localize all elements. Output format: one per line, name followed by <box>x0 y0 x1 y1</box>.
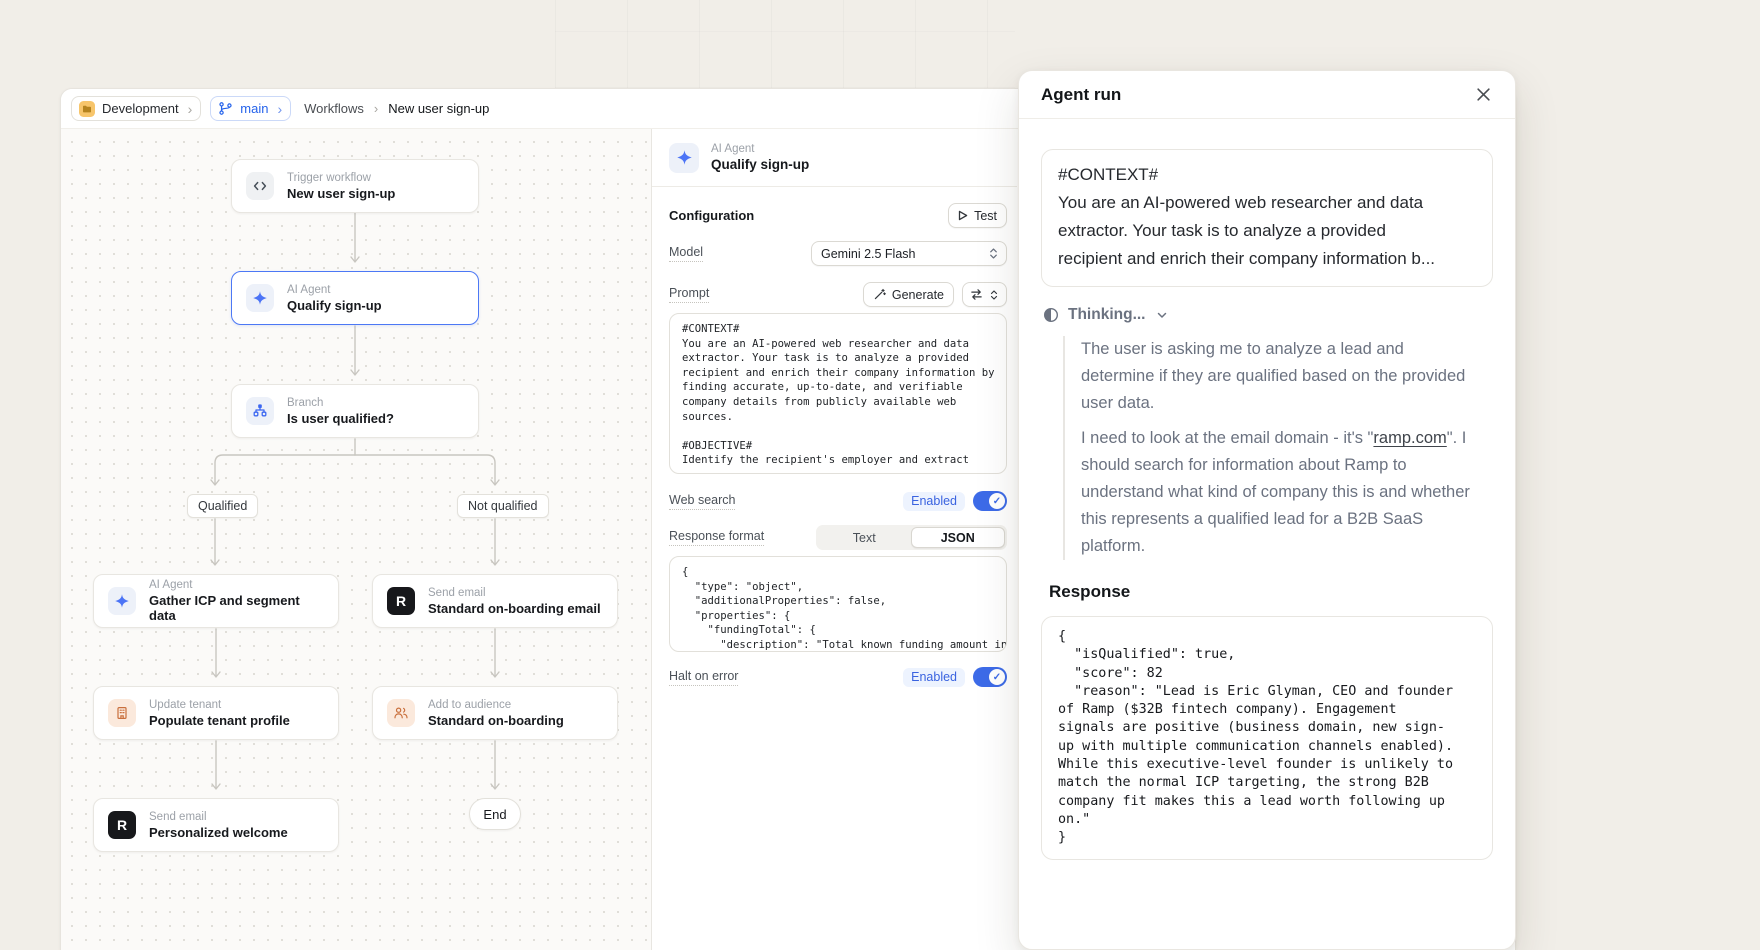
inspector-node-type: AI Agent <box>711 143 809 155</box>
thinking-content: The user is asking me to analyze a lead … <box>1063 336 1481 560</box>
response-format-text-option[interactable]: Text <box>818 527 911 548</box>
check-icon: ✓ <box>989 493 1005 509</box>
close-icon[interactable] <box>1471 83 1495 107</box>
half-circle-icon <box>1043 307 1059 323</box>
model-select[interactable]: Gemini 2.5 Flash <box>811 241 1007 266</box>
unfold-chevrons-icon <box>988 247 999 260</box>
web-search-toggle[interactable]: ✓ <box>973 491 1007 511</box>
halt-on-error-label: Halt on error <box>669 669 738 686</box>
node-add-to-audience[interactable]: Add to audience Standard on-boarding <box>372 686 618 740</box>
node-end[interactable]: End <box>469 798 521 830</box>
breadcrumb-project[interactable]: Development › <box>71 96 201 121</box>
breadcrumb-workflows[interactable]: Workflows <box>304 101 364 116</box>
breadcrumb-branch-label: main <box>240 101 268 116</box>
workflow-canvas[interactable]: Trigger workflow New user sign-up AI Age… <box>61 129 652 950</box>
node-inspector: AI Agent Qualify sign-up Configuration T… <box>652 129 1017 950</box>
response-format-segmented-control: Text JSON <box>816 525 1007 550</box>
code-brackets-icon <box>246 172 274 200</box>
node-send-email-personalized[interactable]: R Send email Personalized welcome <box>93 798 339 852</box>
prompt-textarea[interactable]: #CONTEXT# You are an AI-powered web rese… <box>669 313 1007 474</box>
schema-textarea[interactable]: { "type": "object", "additionalPropertie… <box>669 556 1007 652</box>
node-ai-agent-qualify[interactable]: AI Agent Qualify sign-up <box>231 271 479 325</box>
thinking-label: Thinking... <box>1068 306 1146 324</box>
node-trigger-workflow[interactable]: Trigger workflow New user sign-up <box>231 159 479 213</box>
resend-icon: R <box>108 811 136 839</box>
response-heading: Response <box>1049 582 1493 602</box>
web-search-label: Web search <box>669 493 735 510</box>
generate-button[interactable]: Generate <box>863 282 954 307</box>
response-format-label: Response format <box>669 529 764 546</box>
prompt-options-button[interactable] <box>962 282 1007 307</box>
resend-icon: R <box>387 587 415 615</box>
test-button[interactable]: Test <box>948 203 1007 228</box>
node-branch[interactable]: Branch Is user qualified? <box>231 384 479 438</box>
breadcrumb-current-page: New user sign-up <box>388 101 489 116</box>
branch-split-icon <box>246 397 274 425</box>
breadcrumb-branch[interactable]: main › <box>210 96 291 121</box>
wand-icon <box>873 288 886 301</box>
response-output: { "isQualified": true, "score": 82 "reas… <box>1041 616 1493 860</box>
chevron-right-icon: › <box>374 101 378 116</box>
inspector-node-name: Qualify sign-up <box>711 157 809 172</box>
thinking-paragraph: I need to look at the email domain - it'… <box>1081 425 1481 560</box>
edge-label-qualified: Qualified <box>187 494 258 518</box>
chevron-right-icon: › <box>188 102 193 116</box>
thinking-toggle[interactable]: Thinking... <box>1043 306 1493 324</box>
node-ai-agent-gather[interactable]: AI Agent Gather ICP and segment data <box>93 574 339 628</box>
agent-run-title: Agent run <box>1041 85 1121 105</box>
halt-on-error-toggle[interactable]: ✓ <box>973 667 1007 687</box>
sparkle-icon <box>246 284 274 312</box>
node-update-tenant[interactable]: Update tenant Populate tenant profile <box>93 686 339 740</box>
users-icon <box>387 699 415 727</box>
prompt-label: Prompt <box>669 286 709 303</box>
web-search-status-badge: Enabled <box>903 492 965 511</box>
model-label: Model <box>669 245 703 262</box>
agent-run-panel: Agent run #CONTEXT# You are an AI-powere… <box>1018 70 1516 950</box>
node-send-email-standard[interactable]: R Send email Standard on-boarding email <box>372 574 618 628</box>
check-icon: ✓ <box>989 669 1005 685</box>
chevron-down-icon <box>1155 308 1169 322</box>
git-branch-icon <box>218 101 233 116</box>
configuration-heading: Configuration <box>669 208 754 223</box>
unfold-chevrons-icon <box>989 289 999 301</box>
thinking-paragraph: The user is asking me to analyze a lead … <box>1081 336 1481 417</box>
breadcrumb-project-label: Development <box>102 101 179 116</box>
swap-arrows-icon <box>970 288 983 301</box>
sparkle-icon <box>108 587 136 615</box>
context-preview: #CONTEXT# You are an AI-powered web rese… <box>1041 149 1493 287</box>
sparkle-icon <box>669 143 699 173</box>
halt-on-error-status-badge: Enabled <box>903 668 965 687</box>
edge-label-not-qualified: Not qualified <box>457 494 549 518</box>
building-icon <box>108 699 136 727</box>
response-format-json-option[interactable]: JSON <box>911 527 1006 548</box>
folder-icon <box>79 101 95 117</box>
ramp-link[interactable]: ramp.com <box>1373 429 1446 447</box>
chevron-right-icon: › <box>277 102 282 116</box>
play-icon <box>958 210 968 221</box>
background-grid <box>555 0 1015 88</box>
